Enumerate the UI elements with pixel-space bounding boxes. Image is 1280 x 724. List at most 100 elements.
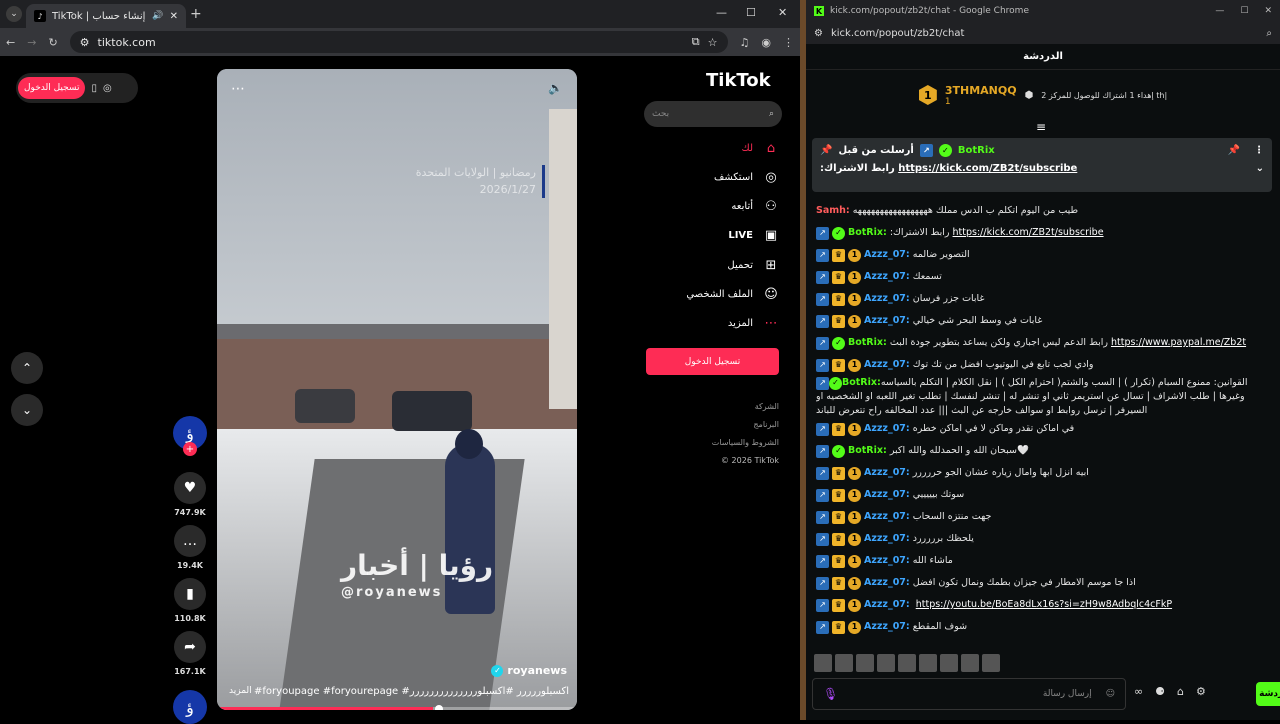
volume-icon[interactable]: 🔈 <box>548 81 563 95</box>
chat-username[interactable]: BotRix: <box>842 377 881 388</box>
heart-icon[interactable]: ♥ <box>174 472 206 504</box>
close-button[interactable]: ✕ <box>1264 6 1272 16</box>
chat-username[interactable]: Azzz_07: <box>864 616 910 638</box>
music-disc-avatar[interactable]: ؤ <box>173 690 207 724</box>
top-gifter-banner[interactable]: 1 3THMANQQ 1 ⬢ إهداء 1 اشتراك للوصول للم… <box>806 70 1280 120</box>
bookmark-icon[interactable]: ▮ <box>174 578 206 610</box>
footer-company[interactable]: الشركة <box>755 402 779 411</box>
chat-username[interactable]: BotRix: <box>848 222 887 244</box>
minimize-button[interactable]: — <box>1215 6 1224 16</box>
previous-video-button[interactable]: ⌃ <box>11 352 43 384</box>
store-icon[interactable]: ⌂ <box>1177 685 1184 698</box>
new-tab-button[interactable]: + <box>190 6 202 22</box>
footer-program[interactable]: البرنامج <box>753 420 779 429</box>
chat-username[interactable]: Azzz_07: <box>864 528 910 550</box>
search-input[interactable]: بحث ⌕ <box>644 101 782 127</box>
emote-icon[interactable] <box>877 654 895 672</box>
back-icon[interactable]: ← <box>6 36 15 49</box>
bookmark-star-icon[interactable]: ☆ <box>708 36 718 49</box>
users-icon[interactable]: ⚈ <box>1155 685 1165 698</box>
video-author[interactable]: ✓ royanews <box>491 664 567 677</box>
chat-username[interactable]: Azzz_07: <box>864 462 910 484</box>
comment-icon[interactable]: … <box>174 525 206 557</box>
like-action[interactable]: ♥ 747.9K <box>174 472 206 517</box>
tab-search-button[interactable]: ⌄ <box>6 6 22 22</box>
menu-icon[interactable]: ⋮ <box>783 36 794 49</box>
site-info-icon[interactable]: ⚙ <box>80 36 90 49</box>
mic-icon[interactable]: 🎙 <box>823 687 838 701</box>
nav-live[interactable]: LIVE ▣ <box>728 228 779 243</box>
bookmark-action[interactable]: ▮ 110.8K <box>174 578 206 623</box>
share-action[interactable]: ➦ 167.1K <box>174 631 206 676</box>
chat-username[interactable]: BotRix: <box>848 440 887 462</box>
tiktok-logo[interactable]: TikTok <box>706 70 771 91</box>
progress-scrubber[interactable] <box>435 705 443 710</box>
chat-username[interactable]: Azzz_07: <box>864 354 910 376</box>
tab-close-icon[interactable]: ✕ <box>170 11 178 22</box>
author-avatar[interactable]: ؤ + <box>173 416 207 456</box>
expand-chevron-icon[interactable]: ⌄ <box>1256 163 1264 174</box>
video-progress-bar[interactable] <box>217 705 577 710</box>
chat-username[interactable]: Azzz_07: <box>864 550 910 572</box>
chat-username[interactable]: Azzz_07: <box>864 506 910 528</box>
nav-upload[interactable]: تحميل ⊞ <box>727 258 779 273</box>
chat-username[interactable]: BotRix: <box>848 332 887 354</box>
chat-username[interactable]: Azzz_07: <box>864 244 910 266</box>
video-options-icon[interactable]: ⋯ <box>231 81 245 97</box>
nav-profile[interactable]: الملف الشخصي ☺ <box>686 287 779 302</box>
close-button[interactable]: ✕ <box>778 6 787 19</box>
chat-username[interactable]: Azzz_07: <box>864 288 910 310</box>
pinned-menu-icon[interactable]: ⋮ <box>1254 145 1264 156</box>
footer-terms[interactable]: الشروط والسياسات <box>712 438 779 447</box>
send-chat-button[interactable]: الدردشة <box>1256 682 1280 706</box>
emote-icon[interactable] <box>835 654 853 672</box>
emote-icon[interactable] <box>814 654 832 672</box>
chat-username[interactable]: Samh: <box>816 200 850 222</box>
caption-more-link[interactable]: المزيد <box>229 686 252 696</box>
video-player[interactable]: رمضانيو | الولايات المتحدة 2026/1/27 ⋯ 🔈… <box>217 69 577 710</box>
nav-for-you[interactable]: لك ⌂ <box>742 141 779 156</box>
chat-link[interactable]: https://www.paypal.me/Zb2t <box>1111 332 1246 354</box>
chat-username[interactable]: Azzz_07: <box>864 594 910 616</box>
site-info-icon[interactable]: ⚙ <box>814 28 823 39</box>
follow-plus-icon[interactable]: + <box>183 442 197 456</box>
search-icon[interactable]: ⌕ <box>769 109 774 119</box>
collapse-icon[interactable]: ≡ <box>1036 120 1046 134</box>
sidebar-login-button[interactable]: تسجيل الدخول <box>646 348 779 375</box>
emote-icon[interactable] <box>961 654 979 672</box>
nav-following[interactable]: أتابعه ⚇ <box>731 199 779 214</box>
chat-input[interactable]: 🎙 إرسال رسالة ☺ <box>812 678 1126 710</box>
emote-icon[interactable] <box>898 654 916 672</box>
nav-more[interactable]: المزيد ⋯ <box>728 316 779 331</box>
unpin-icon[interactable]: 📌 <box>1228 145 1240 156</box>
settings-icon[interactable]: ⚙ <box>1196 685 1206 698</box>
emoji-icon[interactable]: ☺ <box>1106 689 1115 699</box>
chat-username[interactable]: Azzz_07: <box>864 418 910 440</box>
chat-link[interactable]: https://youtu.be/BoEa8dLx16s?si=zH9w8Adb… <box>916 594 1172 616</box>
next-video-button[interactable]: ⌄ <box>11 394 43 426</box>
share-icon[interactable]: ➦ <box>174 631 206 663</box>
pinned-link[interactable]: https://kick.com/ZB2t/subscribe <box>898 163 1077 174</box>
phone-icon[interactable]: ▯ <box>91 83 97 94</box>
reload-icon[interactable]: ↻ <box>48 36 57 49</box>
maximize-button[interactable]: ☐ <box>1240 6 1248 16</box>
zoom-icon[interactable]: ⌕ <box>1266 28 1272 39</box>
nav-explore[interactable]: استكشف ◎ <box>714 170 779 185</box>
address-bar[interactable]: ⚙ tiktok.com ⧉ ☆ <box>69 31 728 53</box>
infinity-icon[interactable]: ∞ <box>1134 685 1143 698</box>
chat-link[interactable]: https://kick.com/ZB2t/subscribe <box>953 222 1104 244</box>
maximize-button[interactable]: ☐ <box>746 6 756 19</box>
chat-username[interactable]: Azzz_07: <box>864 266 910 288</box>
chat-username[interactable]: Azzz_07: <box>864 484 910 506</box>
tab-tiktok[interactable]: ♪ TikTok | إنشاء حساب 🔊 ✕ <box>26 4 186 28</box>
profile-icon[interactable]: ◉ <box>761 36 771 49</box>
emote-icon[interactable] <box>940 654 958 672</box>
comment-action[interactable]: … 19.4K <box>174 525 206 570</box>
emote-icon[interactable] <box>856 654 874 672</box>
emote-icon[interactable] <box>919 654 937 672</box>
chat-username[interactable]: Azzz_07: <box>864 310 910 332</box>
chat-username[interactable]: Azzz_07: <box>864 572 910 594</box>
minimize-button[interactable]: — <box>716 6 727 19</box>
emote-icon[interactable] <box>982 654 1000 672</box>
compass-small-icon[interactable]: ◎ <box>103 83 112 94</box>
